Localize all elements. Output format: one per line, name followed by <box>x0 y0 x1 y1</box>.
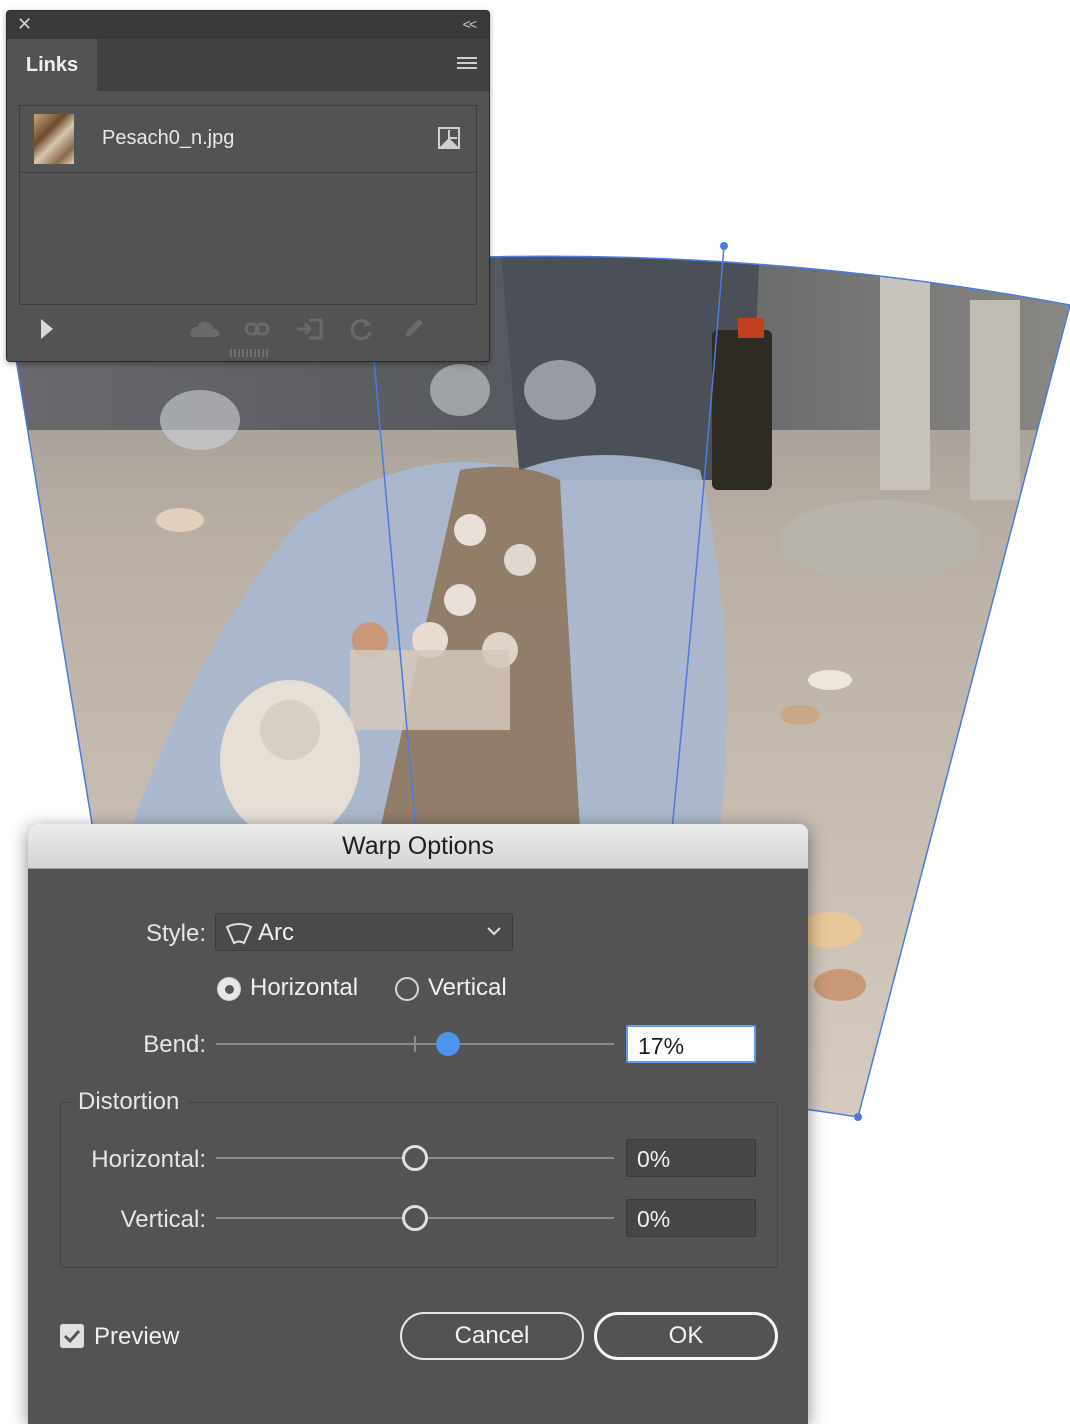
edit-original-icon <box>405 319 423 337</box>
bend-slider-thumb[interactable] <box>436 1032 460 1056</box>
vertical-radio[interactable] <box>395 977 419 1001</box>
relink-icon <box>244 322 270 336</box>
distortion-group-title: Distortion <box>70 1088 188 1116</box>
link-filename: Pesach0_n.jpg <box>102 127 235 149</box>
dialog-title: Warp Options <box>28 824 808 869</box>
style-value: Arc <box>258 919 294 946</box>
vertical-distortion-label: Vertical: <box>120 1206 206 1233</box>
style-dropdown[interactable]: Arc <box>215 913 513 951</box>
horizontal-radio-label[interactable]: Horizontal <box>250 974 358 1002</box>
update-link-icon <box>350 319 372 341</box>
chevron-down-icon <box>487 927 501 936</box>
vertical-distortion-field[interactable]: 0% <box>626 1199 756 1237</box>
cloud-icon <box>190 321 220 337</box>
list-item[interactable]: Pesach0_n.jpg <box>20 106 476 173</box>
link-thumbnail <box>34 114 74 164</box>
bend-slider-center-tick <box>414 1036 416 1052</box>
panel-menu-icon[interactable] <box>457 57 477 71</box>
cancel-button[interactable]: Cancel <box>400 1312 584 1360</box>
links-panel: ✕ << Links Pesach0_n.jpg <box>6 10 490 362</box>
bend-value-field[interactable]: 17% <box>626 1025 756 1063</box>
collapse-panel-icon[interactable]: << <box>463 16 477 32</box>
play-triangle-icon[interactable] <box>33 315 61 343</box>
resize-grip-icon[interactable] <box>227 349 271 357</box>
vertical-radio-label[interactable]: Vertical <box>428 974 507 1002</box>
checkmark-icon <box>63 1329 81 1344</box>
warp-handle-bottom-right[interactable] <box>854 1113 862 1121</box>
horizontal-distortion-label: Horizontal: <box>91 1146 206 1173</box>
preview-label[interactable]: Preview <box>94 1323 179 1351</box>
bend-label: Bend: <box>143 1031 206 1058</box>
arc-style-icon <box>225 923 253 945</box>
links-footer <box>7 309 489 349</box>
embedded-link-icon[interactable] <box>438 127 460 149</box>
horizontal-radio[interactable] <box>217 977 241 1001</box>
links-tab-row: Links <box>7 39 489 91</box>
links-panel-titlebar[interactable]: ✕ << <box>7 11 489 39</box>
warp-options-dialog: Warp Options Style: Arc Horizontal Verti… <box>28 824 808 1424</box>
warp-handle-top[interactable] <box>720 242 728 250</box>
horizontal-distortion-slider-thumb[interactable] <box>402 1145 428 1171</box>
tab-links[interactable]: Links <box>7 39 97 91</box>
close-icon[interactable]: ✕ <box>17 15 32 33</box>
ok-button[interactable]: OK <box>594 1312 778 1360</box>
vertical-distortion-slider-thumb[interactable] <box>402 1205 428 1231</box>
distortion-group <box>60 1102 778 1268</box>
style-label: Style: <box>145 920 206 947</box>
links-list: Pesach0_n.jpg <box>19 105 477 305</box>
goto-link-icon <box>297 318 323 340</box>
preview-checkbox[interactable] <box>60 1324 84 1348</box>
horizontal-distortion-field[interactable]: 0% <box>626 1139 756 1177</box>
